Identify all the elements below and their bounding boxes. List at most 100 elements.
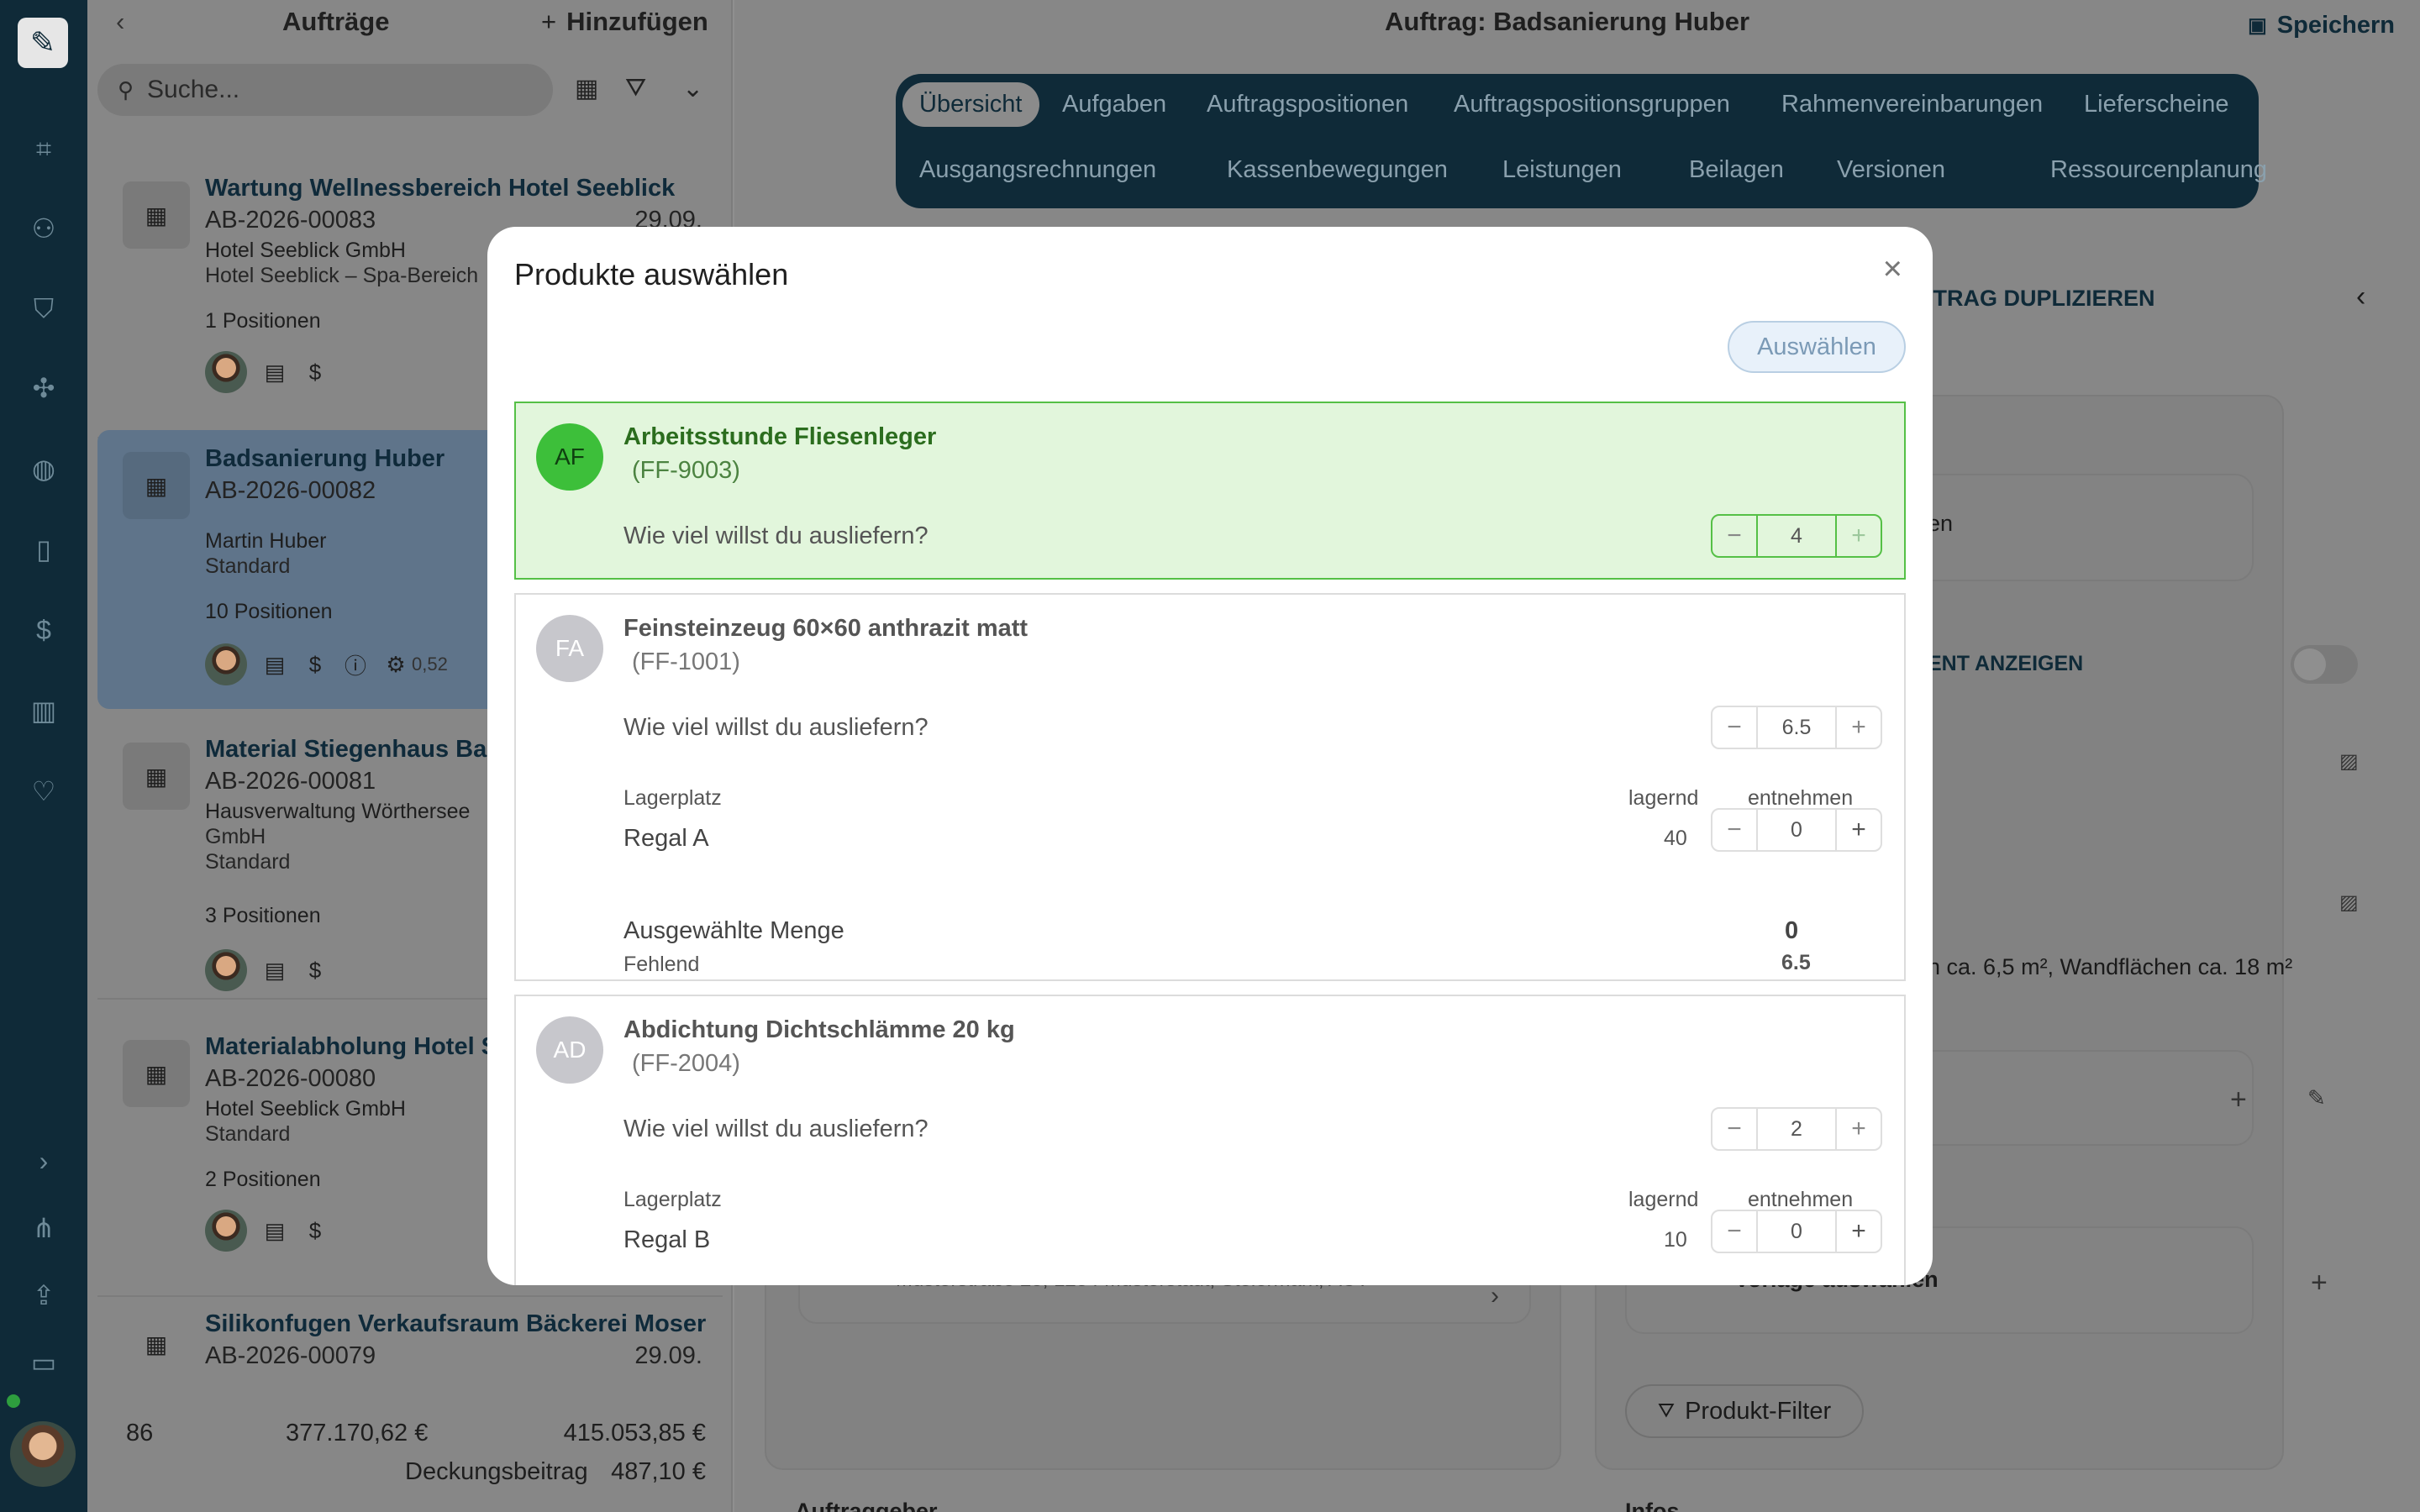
- order-detail: Hotel Seeblick – Spa-Bereich: [205, 264, 479, 287]
- tab-ressourcenplanung[interactable]: Ressourcenplanung: [2050, 156, 2267, 184]
- expand-chevron-icon[interactable]: ⌄: [682, 74, 703, 103]
- take-quantity-stepper[interactable]: − 0 +: [1711, 1210, 1882, 1253]
- add-order-button[interactable]: + Hinzufügen: [541, 7, 708, 37]
- share-icon[interactable]: ⋔: [25, 1210, 62, 1247]
- bag-icon[interactable]: ⛉: [25, 291, 62, 328]
- take-quantity-stepper[interactable]: − 0 +: [1711, 808, 1882, 852]
- tab-aufgaben[interactable]: Aufgaben: [1062, 91, 1166, 118]
- add-template-plus-icon[interactable]: +: [2311, 1267, 2328, 1299]
- description-fragment: n ca. 6,5 m², Wandflächen ca. 18 m²: [1928, 954, 2293, 979]
- minus-icon[interactable]: −: [1712, 1115, 1756, 1143]
- product-avatar: FA: [536, 615, 603, 682]
- order-card[interactable]: ▦ Silikonfugen Verkaufsraum Bäckerei Mos…: [97, 1297, 723, 1398]
- close-icon[interactable]: ×: [1883, 250, 1902, 288]
- chevron-right-icon[interactable]: ›: [25, 1142, 62, 1179]
- quantity-value[interactable]: 4: [1756, 516, 1837, 556]
- image-icon[interactable]: ▨: [2339, 890, 2359, 915]
- grid-view-icon[interactable]: ▦: [575, 74, 598, 103]
- minus-icon[interactable]: −: [1712, 1217, 1756, 1246]
- storage-label: Lagerplatz: [623, 1188, 722, 1211]
- image-icon[interactable]: ▨: [2339, 749, 2359, 774]
- storage-location: Regal A: [623, 825, 709, 852]
- upload-icon[interactable]: ⇪: [25, 1277, 62, 1314]
- tab-beilagen[interactable]: Beilagen: [1689, 156, 1784, 184]
- margin-label: Deckungsbeitrag: [405, 1458, 588, 1485]
- tab-auftragspositionsgruppen[interactable]: Auftragspositionsgruppen: [1454, 91, 1730, 118]
- users-icon[interactable]: ⚇: [25, 210, 62, 247]
- duplicate-order-button[interactable]: FTRAG DUPLIZIEREN: [1919, 286, 2155, 312]
- add-plus-icon[interactable]: +: [2230, 1084, 2247, 1116]
- address-chevron-icon[interactable]: ›: [1491, 1282, 1499, 1310]
- select-button[interactable]: Auswählen: [1728, 321, 1906, 373]
- chart-icon[interactable]: ▥: [25, 692, 62, 729]
- tab-auftragspositionen[interactable]: Auftragspositionen: [1207, 91, 1408, 118]
- delivery-question: Wie viel willst du ausliefern?: [623, 714, 929, 741]
- delivery-quantity-stepper[interactable]: − 6.5 +: [1711, 706, 1882, 749]
- collapse-chevron-icon[interactable]: ‹: [2356, 281, 2365, 313]
- missing-label: Fehlend: [623, 953, 700, 976]
- dollar-icon[interactable]: $: [25, 612, 62, 648]
- stock-value: 10: [1664, 1228, 1687, 1252]
- minus-icon[interactable]: −: [1712, 713, 1756, 742]
- back-chevron-icon[interactable]: ‹: [116, 7, 124, 37]
- tab-kassenbewegungen[interactable]: Kassenbewegungen: [1227, 156, 1448, 184]
- product-item[interactable]: FA Feinsteinzeug 60×60 anthrazit matt (F…: [514, 593, 1906, 981]
- globe-icon[interactable]: ◍: [25, 450, 62, 487]
- orders-title: Aufträge: [282, 7, 390, 36]
- tab-lieferscheine[interactable]: Lieferscheine: [2084, 91, 2229, 118]
- quantity-value[interactable]: 6.5: [1756, 707, 1837, 748]
- order-customer-line2: GmbH: [205, 825, 266, 848]
- delivery-quantity-stepper[interactable]: − 4 +: [1711, 514, 1882, 558]
- order-positions: 3 Positionen: [205, 904, 321, 927]
- dollar-icon: $: [308, 359, 322, 385]
- tab-ausgangsrechnungen[interactable]: Ausgangsrechnungen: [919, 156, 1156, 184]
- plus-icon[interactable]: +: [1837, 713, 1881, 742]
- product-filter-button[interactable]: ⛛ Produkt-Filter: [1625, 1384, 1864, 1438]
- order-positions: 2 Positionen: [205, 1168, 321, 1191]
- heart-icon[interactable]: ♡: [25, 773, 62, 810]
- stock-label: lagernd: [1628, 1188, 1699, 1211]
- order-customer: Hausverwaltung Wörthersee: [205, 800, 471, 823]
- user-avatar[interactable]: [10, 1421, 76, 1487]
- edit-pencil-icon[interactable]: ✎: [2307, 1085, 2326, 1111]
- quantity-value[interactable]: 2: [1756, 1109, 1837, 1149]
- online-status-indicator: [7, 1394, 20, 1408]
- take-value[interactable]: 0: [1756, 1211, 1837, 1252]
- grid-icon: ▦: [145, 1331, 168, 1357]
- tab-rahmenvereinbarungen[interactable]: Rahmenvereinbarungen: [1781, 91, 2043, 118]
- order-positions: 1 Positionen: [205, 309, 321, 333]
- minus-icon[interactable]: −: [1712, 816, 1756, 844]
- plus-icon[interactable]: +: [1837, 816, 1881, 844]
- delivery-quantity-stepper[interactable]: − 2 +: [1711, 1107, 1882, 1151]
- book-icon[interactable]: ▯: [25, 531, 62, 568]
- plus-icon[interactable]: +: [1837, 1217, 1881, 1246]
- tab-uebersicht[interactable]: Übersicht: [902, 82, 1039, 127]
- order-number: AB-2026-00080: [205, 1065, 376, 1092]
- app-logo-icon[interactable]: ✎: [18, 18, 68, 68]
- document-icon: ▤: [264, 1217, 286, 1243]
- show-content-toggle[interactable]: [2291, 645, 2358, 684]
- storage-label: Lagerplatz: [623, 786, 722, 810]
- search-input[interactable]: ⚲ Suche...: [97, 64, 553, 116]
- network-icon[interactable]: ✣: [25, 370, 62, 407]
- tab-leistungen[interactable]: Leistungen: [1502, 156, 1622, 184]
- tree-icon[interactable]: ⌗: [25, 131, 62, 168]
- tab-versionen[interactable]: Versionen: [1837, 156, 1945, 184]
- order-number: AB-2026-00083: [205, 207, 376, 234]
- filter-icon[interactable]: ⛛: [625, 74, 646, 102]
- minus-icon[interactable]: −: [1712, 522, 1756, 550]
- grid-icon: ▦: [123, 1040, 190, 1107]
- plus-icon[interactable]: +: [1837, 522, 1881, 550]
- order-title: Badsanierung Huber: [205, 445, 445, 472]
- take-value[interactable]: 0: [1756, 810, 1837, 850]
- order-customer: Hotel Seeblick GmbH: [205, 239, 406, 262]
- product-item[interactable]: AD Abdichtung Dichtschlämme 20 kg (FF-20…: [514, 995, 1906, 1285]
- product-item-selected[interactable]: AF Arbeitsstunde Fliesenleger (FF-9003) …: [514, 402, 1906, 580]
- save-button[interactable]: ▣ Speichern: [2248, 12, 2395, 39]
- document-icon: ▤: [264, 957, 286, 983]
- document-icon: ▤: [264, 359, 286, 385]
- chat-icon[interactable]: ▭: [25, 1344, 62, 1381]
- order-title: Silikonfugen Verkaufsraum Bäckerei Moser: [205, 1310, 707, 1337]
- orders-sum-net: 377.170,62 €: [286, 1420, 429, 1446]
- plus-icon[interactable]: +: [1837, 1115, 1881, 1143]
